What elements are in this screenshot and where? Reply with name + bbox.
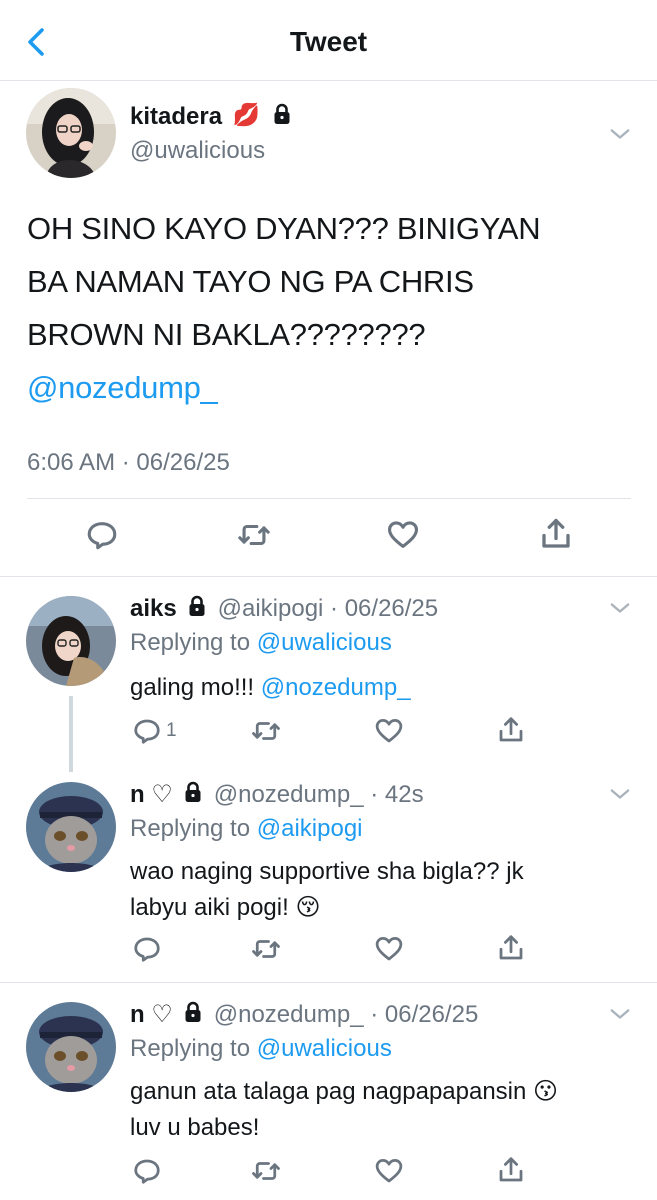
reply-handle-time: @nozedump_ · 06/26/25 [213,1001,479,1028]
reply-text: galing mo!!! @nozedump_ [130,670,411,706]
heart-icon [385,518,421,552]
heart-icon [374,934,404,964]
replying-to-label: Replying to [130,815,251,842]
reply-author-name[interactable]: n ♡ [130,781,173,808]
reply-icon [85,518,119,552]
divider [0,982,657,983]
reply-text-content: galing mo!!! [130,674,255,701]
lock-icon [185,594,209,618]
replying-to: Replying to @uwalicious [130,628,392,658]
author-handle[interactable]: @uwalicious [130,136,265,166]
share-icon [496,1154,526,1186]
chevron-down-icon [606,1000,634,1028]
mention-link[interactable]: @nozedump_ [27,361,637,414]
retweet-icon [236,518,272,552]
share-button[interactable] [496,1154,526,1186]
share-icon [496,714,526,746]
retweet-button[interactable] [236,518,272,552]
reply-author-name[interactable]: aiks [130,595,177,622]
share-button[interactable] [496,932,526,964]
retweet-button[interactable] [250,934,282,964]
reply-text: ganun ata talaga pag nagpapapansin 😗 luv… [130,1074,630,1146]
avatar-nozedump[interactable] [26,1002,116,1092]
like-button[interactable] [374,934,404,964]
reply-header: n ♡ @nozedump_ · 06/26/25 [130,1000,478,1030]
author-row: kitadera 💋 [130,102,294,132]
lock-icon [181,1000,205,1024]
divider [0,576,657,577]
reply-text-line: ganun ata talaga pag nagpapapansin [130,1078,527,1105]
retweet-icon [250,716,282,746]
lock-icon [181,780,205,804]
divider [27,498,631,499]
mention-link[interactable]: @nozedump_ [261,674,411,701]
tweet-text-line: BROWN NI BAKLA???????? [27,317,426,352]
chevron-down-icon [606,594,634,622]
thread-line [69,696,73,772]
reply-count: 1 [166,720,177,741]
more-options-button[interactable] [606,120,634,148]
replying-to-link[interactable]: @uwalicious [257,1035,392,1062]
avatar-image [26,1002,116,1092]
avatar-nozedump[interactable] [26,782,116,872]
avatar-image [26,88,116,178]
replying-to: Replying to @aikipogi [130,814,363,844]
more-options-button[interactable] [606,780,634,808]
tweet-text-line: BA NAMAN TAYO NG PA CHRIS [27,264,474,299]
page-title: Tweet [289,26,368,57]
tweet-text-line: OH SINO KAYO DYAN??? BINIGYAN [27,211,541,246]
chevron-down-icon [606,120,634,148]
reply-button[interactable] [85,518,119,552]
reply-text-line: labyu aiki pogi! [130,894,289,921]
chevron-down-icon [606,780,634,808]
more-options-button[interactable] [606,1000,634,1028]
retweet-icon [250,1156,282,1186]
share-button[interactable] [496,714,526,746]
reply-handle-time: @aikipogi · 06/26/25 [217,595,439,622]
retweet-button[interactable] [250,1156,282,1186]
avatar-aiks[interactable] [26,596,116,686]
reply-button[interactable] [132,1156,162,1186]
heart-icon [374,716,404,746]
tweet-text: OH SINO KAYO DYAN??? BINIGYAN BA NAMAN T… [27,202,637,414]
like-button[interactable] [374,1156,404,1186]
replying-to-label: Replying to [130,629,251,656]
reply-button[interactable]: 1 [132,716,177,746]
lips-emoji: 💋 [232,102,260,127]
heart-icon [374,1156,404,1186]
avatar-image [26,782,116,872]
more-options-button[interactable] [606,594,634,622]
share-button[interactable] [538,516,574,552]
retweet-button[interactable] [250,716,282,746]
replying-to-link[interactable]: @uwalicious [257,629,392,656]
tweet-timestamp: 6:06 AM · 06/26/25 [27,449,230,476]
share-icon [538,516,574,552]
reply-header: n ♡ @nozedump_ · 42s [130,780,424,810]
like-button[interactable] [385,518,421,552]
reply-handle-time: @nozedump_ · 42s [213,781,424,808]
like-button[interactable] [374,716,404,746]
retweet-icon [250,934,282,964]
reply-text-line: luv u babes! [130,1114,260,1141]
reply-icon [132,1156,162,1186]
reply-header: aiks @aikipogi · 06/26/25 [130,594,438,624]
reply-icon [132,934,162,964]
replying-to-link[interactable]: @aikipogi [257,815,363,842]
reply-text-line: wao naging supportive sha bigla?? jk [130,858,524,885]
reply-icon [132,716,162,746]
share-icon [496,932,526,964]
avatar-kitadera[interactable] [26,88,116,178]
kissing-face-emoji: 😗 [533,1078,559,1105]
replying-to: Replying to @uwalicious [130,1034,392,1064]
kissing-face-emoji: 😚 [295,894,321,921]
reply-author-name[interactable]: n ♡ [130,1001,173,1028]
avatar-image [26,596,116,686]
reply-button[interactable] [132,934,162,964]
replying-to-label: Replying to [130,1035,251,1062]
reply-text: wao naging supportive sha bigla?? jk lab… [130,854,630,926]
author-name[interactable]: kitadera [130,103,222,130]
lock-icon [270,102,294,126]
